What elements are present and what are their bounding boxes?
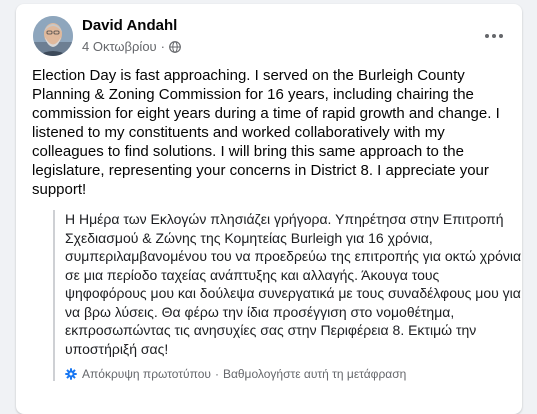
rate-translation-link[interactable]: Βαθμολογήστε αυτή τη μετάφραση — [223, 367, 406, 381]
post-card: David Andahl 4 Οκτωβρίου · Election Day … — [16, 4, 522, 414]
post-meta: 4 Οκτωβρίου · — [82, 39, 181, 54]
post-date[interactable]: 4 Οκτωβρίου — [82, 39, 157, 54]
gear-icon[interactable] — [65, 368, 77, 380]
translation-actions: Απόκρυψη πρωτοτύπου · Βαθμολογήστε αυτή … — [65, 367, 523, 381]
globe-icon — [169, 40, 181, 53]
translated-text: Η Ημέρα των Εκλογών πλησιάζει γρήγορα. Υ… — [65, 211, 522, 357]
author-name[interactable]: David Andahl — [82, 17, 177, 34]
more-options-button[interactable] — [476, 24, 512, 48]
hide-original-link[interactable]: Απόκρυψη πρωτοτύπου — [82, 367, 211, 381]
translation-block: Η Ημέρα των Εκλογών πλησιάζει γρήγορα. Υ… — [53, 210, 523, 381]
post-text: Election Day is fast approaching. I serv… — [32, 67, 500, 198]
actions-separator: · — [214, 367, 219, 381]
avatar[interactable] — [33, 16, 73, 56]
more-horizontal-icon — [484, 33, 504, 39]
meta-separator: · — [160, 39, 165, 54]
